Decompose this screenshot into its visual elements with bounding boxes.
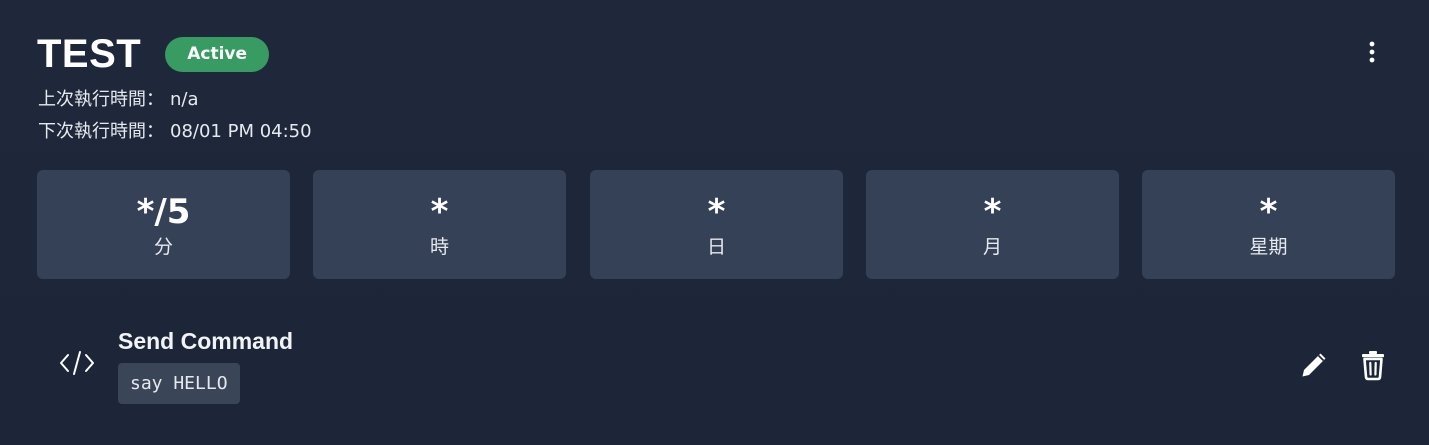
cron-field-value: * — [430, 192, 449, 232]
next-run-value: 08/01 PM 04:50 — [170, 121, 312, 142]
delete-action-button[interactable] — [1358, 349, 1388, 381]
schedule-task-card: TEST Active 上次執行時間： n/a 下次執行時間： 08/01 PM 0… — [0, 0, 1429, 445]
pencil-icon — [1302, 353, 1326, 377]
cron-field-label: 星期 — [1249, 236, 1288, 258]
action-command: say HELLO — [118, 363, 240, 404]
status-badge: Active — [165, 36, 270, 72]
code-icon — [58, 348, 96, 378]
cron-field-weekday[interactable]: * 星期 — [1142, 170, 1395, 279]
edit-action-button[interactable] — [1298, 349, 1330, 381]
cron-field-value: */5 — [136, 192, 191, 232]
task-header: TEST Active — [37, 30, 270, 78]
cron-field-hour[interactable]: * 時 — [313, 170, 566, 279]
trash-icon — [1362, 351, 1384, 381]
cron-field-label: 日 — [706, 236, 726, 258]
last-run-value: n/a — [170, 89, 199, 110]
next-run-label: 下次執行時間： — [38, 121, 164, 142]
cron-field-minute[interactable]: */5 分 — [37, 170, 290, 279]
cron-field-value: * — [983, 192, 1002, 232]
cron-field-label: 分 — [153, 236, 173, 258]
action-item: Send Command say HELLO — [0, 318, 1429, 418]
cron-field-day[interactable]: * 日 — [590, 170, 843, 279]
cron-field-value: * — [1259, 192, 1278, 232]
cron-field-label: 月 — [982, 236, 1002, 258]
cron-fields: */5 分 * 時 * 日 * 月 * 星期 — [37, 170, 1396, 279]
more-vertical-icon — [1369, 41, 1375, 63]
cron-field-label: 時 — [429, 236, 449, 258]
cron-field-month[interactable]: * 月 — [866, 170, 1119, 279]
more-menu-button[interactable] — [1356, 36, 1388, 68]
cron-field-value: * — [707, 192, 726, 232]
last-run-row: 上次執行時間： n/a — [38, 88, 199, 112]
task-title: TEST — [37, 32, 142, 76]
last-run-label: 上次執行時間： — [38, 89, 164, 110]
action-title: Send Command — [118, 328, 294, 354]
next-run-row: 下次執行時間： 08/01 PM 04:50 — [38, 120, 312, 144]
